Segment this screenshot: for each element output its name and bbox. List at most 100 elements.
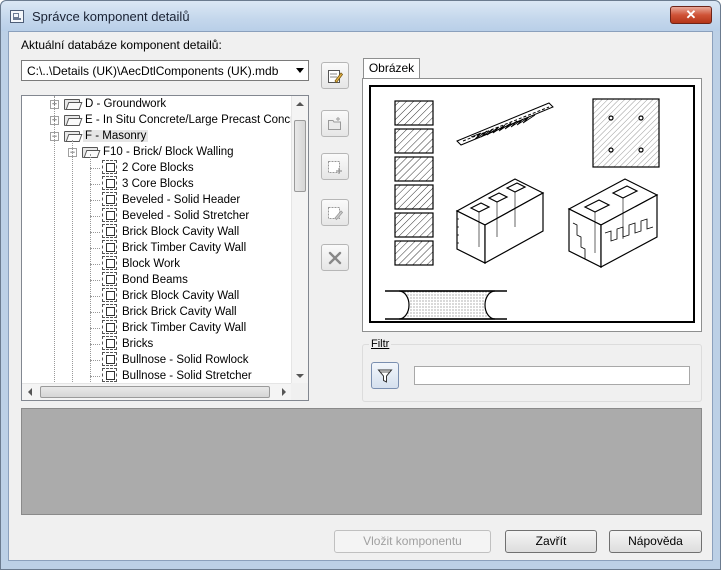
insert-component-label: Vložit komponentu — [363, 534, 462, 548]
tree-item-label: Beveled - Solid Stretcher — [122, 210, 250, 222]
tree-connector-line — [90, 360, 100, 361]
tree-item-label: Beveled - Solid Header — [122, 194, 241, 206]
tree-vertical-scrollbar[interactable] — [291, 96, 308, 384]
tree-connector-line — [90, 154, 91, 384]
tree-connector-line — [54, 96, 55, 384]
tree-folder-item[interactable]: E - In Situ Concrete/Large Precast Concr… — [64, 112, 309, 128]
tree-component-item[interactable]: Brick Block Cavity Wall — [102, 288, 241, 304]
edit-database-button[interactable] — [321, 62, 349, 89]
scroll-corner — [291, 383, 308, 400]
database-select[interactable]: C:\..\Details (UK)\AecDtlComponents (UK)… — [21, 60, 309, 81]
component-icon — [102, 304, 117, 318]
title-bar[interactable]: Správce komponent detailů ✕ — [1, 1, 720, 31]
tree-connector-line — [90, 168, 100, 169]
scroll-thumb[interactable] — [294, 120, 306, 192]
tree-item-label: E - In Situ Concrete/Large Precast Concr… — [85, 114, 309, 126]
tree-connector-line — [90, 264, 100, 265]
filter-label: Filtr — [369, 338, 392, 350]
component-icon — [102, 256, 117, 270]
component-icon — [102, 224, 117, 238]
filter-button[interactable] — [371, 362, 399, 389]
scroll-left-icon[interactable] — [28, 388, 32, 396]
close-window-button[interactable]: ✕ — [670, 6, 712, 24]
tree-item-label: Bullnose - Solid Stretcher — [122, 370, 252, 382]
tree-item-label: Brick Block Cavity Wall — [122, 290, 240, 302]
new-item-icon — [328, 161, 342, 174]
scroll-thumb-horizontal[interactable] — [40, 386, 270, 398]
tree-item-label: Brick Brick Cavity Wall — [122, 306, 237, 318]
tree-connector-line — [72, 140, 73, 384]
scroll-right-icon[interactable] — [282, 388, 286, 396]
tree-item-label: F - Masonry — [83, 130, 149, 142]
tree-item-label: Brick Timber Cavity Wall — [122, 322, 247, 334]
insert-component-button[interactable]: Vložit komponentu — [334, 530, 491, 553]
folder-open-icon — [64, 113, 80, 126]
tree-item-label: 2 Core Blocks — [122, 162, 194, 174]
component-icon — [102, 192, 117, 206]
filter-input[interactable] — [414, 366, 690, 385]
preview-image — [369, 85, 695, 323]
scroll-down-icon[interactable] — [296, 374, 304, 378]
tree-item-label: Brick Timber Cavity Wall — [122, 242, 247, 254]
tree-connector-line — [90, 328, 100, 329]
component-icon — [102, 208, 117, 222]
tree-connector-line — [90, 248, 100, 249]
tab-preview[interactable]: Obrázek — [363, 58, 420, 79]
tree-component-item[interactable]: Beveled - Solid Stretcher — [102, 208, 251, 224]
edit-component-button[interactable] — [321, 199, 349, 226]
tree-connector-line — [90, 376, 100, 377]
component-icon — [102, 336, 117, 350]
scroll-up-icon[interactable] — [296, 102, 304, 106]
database-select-value: C:\..\Details (UK)\AecDtlComponents (UK)… — [27, 64, 279, 78]
edit-database-icon — [328, 70, 343, 84]
tree-component-item[interactable]: Bullnose - Solid Stretcher — [102, 368, 254, 384]
tree-connector-line — [90, 184, 100, 185]
folder-open-icon — [64, 97, 80, 110]
tree-connector-line — [90, 232, 100, 233]
delete-icon — [328, 251, 342, 265]
help-label: Nápověda — [628, 534, 683, 548]
tree-item-label: Bricks — [122, 338, 154, 350]
database-label: Aktuální databáze komponent detailů: — [21, 38, 222, 52]
tree-component-item[interactable]: Brick Brick Cavity Wall — [102, 304, 239, 320]
component-icon — [102, 368, 117, 382]
tree-folder-item[interactable]: F10 - Brick/ Block Walling — [82, 144, 236, 160]
close-button[interactable]: Zavřít — [505, 530, 597, 553]
tree-folder-item[interactable]: D - Groundwork — [64, 96, 168, 112]
new-component-button[interactable] — [321, 153, 349, 180]
tree-connector-line — [90, 312, 100, 313]
component-icon — [102, 176, 117, 190]
tree-connector-line — [90, 216, 100, 217]
tree-component-item[interactable]: Bond Beams — [102, 272, 190, 288]
tree-component-item[interactable]: 3 Core Blocks — [102, 176, 196, 192]
window-title: Správce komponent detailů — [32, 9, 190, 24]
tree-connector-line — [90, 296, 100, 297]
edit-item-icon — [328, 207, 343, 221]
component-tree[interactable]: D - Groundwork + E - In Situ Concrete/Larg… — [21, 95, 309, 401]
tree-component-item[interactable]: 2 Core Blocks — [102, 160, 196, 176]
preview-panel — [362, 78, 702, 332]
tree-component-item[interactable]: Brick Timber Cavity Wall — [102, 240, 248, 256]
tree-item-label: Bond Beams — [122, 274, 188, 286]
tree-folder-item[interactable]: F - Masonry — [64, 128, 149, 144]
tree-item-label: D - Groundwork — [85, 98, 167, 110]
tree-component-item[interactable]: Brick Block Cavity Wall — [102, 224, 241, 240]
component-icon — [102, 352, 117, 366]
tree-horizontal-scrollbar[interactable] — [22, 383, 292, 400]
tree-connector-line — [90, 344, 100, 345]
tree-component-item[interactable]: Brick Timber Cavity Wall — [102, 320, 248, 336]
help-button[interactable]: Nápověda — [609, 530, 702, 553]
tree-component-item[interactable]: Beveled - Solid Header — [102, 192, 242, 208]
add-folder-button[interactable] — [321, 110, 349, 137]
component-icon — [102, 320, 117, 334]
app-icon — [10, 10, 24, 23]
tree-item-label: F10 - Brick/ Block Walling — [103, 146, 234, 158]
tree-component-item[interactable]: Bricks — [102, 336, 155, 352]
delete-button[interactable] — [321, 244, 349, 271]
tree-connector-line — [90, 280, 100, 281]
tree-component-item[interactable]: Block Work — [102, 256, 182, 272]
chevron-down-icon[interactable] — [296, 68, 304, 73]
filter-icon — [377, 369, 393, 383]
masonry-preview-drawing — [385, 98, 660, 320]
tree-component-item[interactable]: Bullnose - Solid Rowlock — [102, 352, 251, 368]
